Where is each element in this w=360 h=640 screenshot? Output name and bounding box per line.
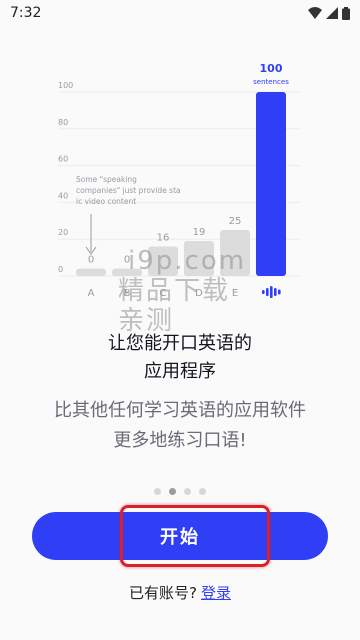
bar-value-label: 0 (88, 255, 94, 266)
start-button-label: 开始 (160, 527, 200, 547)
battery-icon (342, 6, 350, 20)
page-dot-3[interactable] (184, 488, 191, 495)
y-tick-label: 0 (58, 265, 63, 274)
bar-chart-svg: 0 20 40 60 80 100 0 A 0 B 16 C 19 D 25 E 100 sentences Som… (58, 64, 300, 299)
voice-wave-icon (266, 288, 269, 296)
bar (220, 230, 250, 276)
bar (148, 246, 178, 276)
bar-value-label: 25 (229, 216, 242, 227)
y-tick-label: 20 (58, 228, 68, 237)
x-tick-label: B (124, 288, 131, 299)
annotation-text: companies" just provide sta (76, 186, 181, 195)
headline: 让您能开口英语的 应用程序 (0, 330, 360, 386)
voice-wave-icon (270, 286, 273, 298)
bar-value-label: 19 (193, 227, 206, 238)
page-dot-2[interactable] (169, 488, 176, 495)
bar-value-label: 0 (124, 255, 130, 266)
headline-line-1: 让您能开口英语的 (108, 333, 252, 354)
annotation-text: Some "speaking (76, 175, 137, 184)
bar (112, 268, 142, 276)
login-prompt: 已有账号? (129, 584, 197, 602)
x-tick-label: E (232, 288, 238, 299)
bar (184, 241, 214, 276)
y-tick-label: 60 (58, 155, 68, 164)
y-tick-label: 40 (58, 191, 68, 200)
headline-line-2: 应用程序 (144, 361, 216, 382)
bar-unit-label: sentences (253, 78, 289, 86)
login-row: 已有账号? 登录 (0, 582, 360, 603)
wifi-icon (308, 7, 322, 19)
status-time: 7:32 (10, 5, 42, 21)
bar-value-label: 100 (260, 64, 283, 75)
bar (76, 268, 106, 276)
x-tick-label: A (88, 288, 95, 299)
page-dot-4[interactable] (199, 488, 206, 495)
login-link[interactable]: 登录 (201, 584, 231, 602)
subtitle-line-2: 更多地练习口语! (113, 430, 247, 451)
voice-wave-icon (262, 290, 265, 294)
voice-wave-icon (274, 288, 277, 296)
status-icons (308, 6, 350, 20)
subtitle-line-1: 比其他任何学习英语的应用软件 (54, 400, 306, 421)
x-tick-label: C (160, 288, 167, 299)
bar-value-label: 16 (157, 233, 170, 244)
signal-icon (326, 7, 338, 19)
start-button[interactable]: 开始 (32, 512, 328, 560)
y-tick-label: 80 (58, 118, 68, 127)
status-bar: 7:32 (0, 0, 360, 26)
subtitle: 比其他任何学习英语的应用软件 更多地练习口语! (0, 396, 360, 456)
y-tick-label: 100 (58, 81, 73, 90)
page-indicator (0, 488, 360, 495)
page-dot-1[interactable] (154, 488, 161, 495)
bar-highlight (256, 92, 286, 276)
annotation-text: ic video content (76, 197, 136, 206)
x-tick-label: D (195, 288, 203, 299)
voice-wave-icon (278, 289, 281, 295)
bar-chart: 0 20 40 60 80 100 0 A 0 B 16 C 19 D 25 E 100 sentences Som… (0, 64, 360, 314)
